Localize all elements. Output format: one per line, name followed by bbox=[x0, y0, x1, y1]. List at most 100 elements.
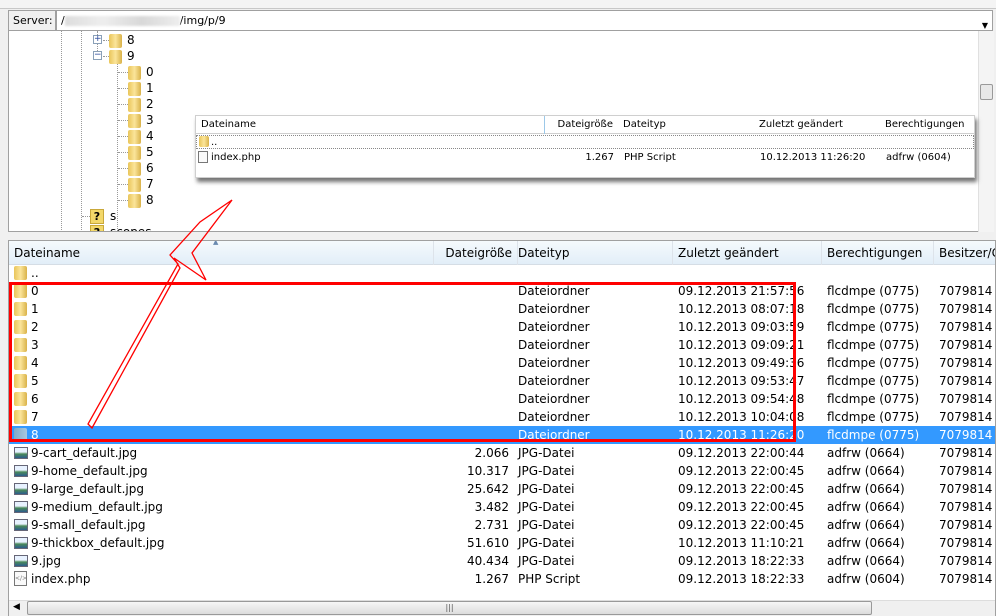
tree-node[interactable]: ? scopes bbox=[90, 224, 151, 231]
file-row[interactable]: 9-small_default.jpg 2.731 JPG-Datei 09.12.2… bbox=[9, 516, 995, 534]
file-owner: 7079814 bbox=[939, 320, 993, 334]
image-file-icon bbox=[14, 483, 28, 495]
file-perms: flcdmpe (0775) bbox=[827, 374, 920, 388]
image-file-icon bbox=[14, 501, 28, 513]
unknown-folder-icon: ? bbox=[90, 209, 104, 224]
file-name: 9-cart_default.jpg bbox=[31, 446, 138, 460]
file-row[interactable]: 9-thickbox_default.jpg 51.610 JPG-Datei 10.… bbox=[9, 534, 995, 552]
server-path-input[interactable]: //img/p/9 ▼ bbox=[56, 10, 993, 31]
file-perms: flcdmpe (0775) bbox=[827, 356, 920, 370]
folder-icon bbox=[14, 266, 27, 280]
pane-splitter[interactable] bbox=[0, 232, 996, 240]
callout-file-row[interactable]: index.php 1.267 PHP Script 10.12.2013 11… bbox=[196, 150, 974, 166]
file-owner: 7079814 bbox=[939, 392, 993, 406]
file-perms: flcdmpe (0775) bbox=[827, 338, 920, 352]
tree-node[interactable]: 0 bbox=[128, 64, 154, 80]
unknown-folder-icon: ? bbox=[90, 225, 104, 231]
file-permissions: adfrw (0604) bbox=[886, 152, 951, 163]
column-header[interactable]: Zuletzt geändert bbox=[673, 241, 822, 265]
file-owner: 7079814 bbox=[939, 482, 993, 496]
file-row[interactable]: 9-cart_default.jpg 2.066 JPG-Datei 09.12.20… bbox=[9, 444, 995, 462]
tree-node-label: 8 bbox=[127, 33, 135, 47]
file-owner: 7079814 bbox=[939, 518, 993, 532]
file-owner: 7079814 bbox=[939, 536, 993, 550]
tree-node[interactable]: 1 bbox=[128, 80, 154, 96]
file-owner: 7079814 bbox=[939, 284, 993, 298]
file-row[interactable]: 9-home_default.jpg 10.317 JPG-Datei 09.12.2… bbox=[9, 462, 995, 480]
file-perms: flcdmpe (0775) bbox=[827, 284, 920, 298]
tree-line bbox=[118, 104, 128, 105]
file-type: JPG-Datei bbox=[518, 536, 575, 550]
file-row[interactable]: </> index.php 1.267 PHP Script 09.12.2013 18… bbox=[9, 570, 995, 588]
tree-node[interactable]: 3 bbox=[128, 112, 154, 128]
file-row[interactable]: 9-medium_default.jpg 3.482 JPG-Datei 09.12.… bbox=[9, 498, 995, 516]
file-name: 9-medium_default.jpg bbox=[31, 500, 163, 514]
tree-expander[interactable]: + bbox=[93, 35, 102, 44]
column-header[interactable]: Berechtigungen bbox=[822, 241, 934, 265]
file-name: 9-small_default.jpg bbox=[31, 518, 146, 532]
file-perms: adfrw (0664) bbox=[827, 500, 905, 514]
file-size: 25.642 bbox=[467, 482, 509, 496]
folder-icon bbox=[199, 136, 209, 148]
parent-dir-row[interactable]: .. bbox=[9, 264, 995, 282]
tree-node-label: 7 bbox=[146, 177, 154, 191]
folder-icon bbox=[128, 81, 141, 96]
tree-line bbox=[118, 120, 128, 121]
file-perms: adfrw (0664) bbox=[827, 518, 905, 532]
tree-line bbox=[82, 216, 90, 217]
callout-sort-divider bbox=[544, 116, 545, 134]
tree-node-label: 1 bbox=[146, 81, 154, 95]
column-header[interactable]: Dateityp bbox=[513, 241, 673, 265]
tree-node[interactable]: 7 bbox=[128, 176, 154, 192]
tree-node-label: 4 bbox=[146, 129, 154, 143]
file-row[interactable]: 9-large_default.jpg 25.642 JPG-Datei 09.12.… bbox=[9, 480, 995, 498]
tree-node[interactable]: 8 bbox=[128, 192, 154, 208]
tree-node-label: 9 bbox=[127, 49, 135, 63]
image-file-icon bbox=[14, 519, 28, 531]
file-size: 2.731 bbox=[474, 518, 509, 532]
tree-vertical-scrollbar[interactable] bbox=[978, 31, 994, 232]
tree-line bbox=[118, 184, 128, 185]
file-perms: adfrw (0664) bbox=[827, 464, 905, 478]
callout-header: Dateiname Dateigröße Dateityp Zuletzt geänd… bbox=[196, 116, 974, 134]
file-list-header: Dateiname Dateigröße Dateityp Zuletzt geänd… bbox=[9, 241, 995, 265]
column-header[interactable]: Besitzer/G bbox=[934, 241, 995, 265]
callout-column-header: Dateigröße bbox=[557, 119, 614, 130]
tree-node[interactable]: ? s bbox=[90, 208, 116, 224]
file-perms: flcdmpe (0775) bbox=[827, 428, 920, 442]
callout-column-header: Zuletzt geändert bbox=[759, 119, 843, 130]
image-file-icon bbox=[14, 537, 28, 549]
column-header[interactable]: Dateigröße bbox=[434, 241, 518, 265]
file-owner: 7079814 bbox=[939, 302, 993, 316]
folder-icon bbox=[128, 177, 141, 192]
file-type: JPG-Datei bbox=[518, 554, 575, 568]
folder-icon bbox=[109, 49, 122, 64]
folder-icon bbox=[128, 145, 141, 160]
tree-expander[interactable]: − bbox=[93, 51, 102, 60]
tree-node[interactable]: 9 bbox=[109, 48, 135, 64]
server-label: Server: bbox=[8, 10, 56, 31]
horizontal-scroll-thumb[interactable]: ||| bbox=[27, 601, 872, 615]
path-suffix: /img/p/9 bbox=[179, 14, 226, 27]
tree-scroll-thumb[interactable] bbox=[980, 84, 993, 100]
folder-icon bbox=[109, 33, 122, 48]
scroll-left-icon[interactable]: ◀ bbox=[13, 602, 20, 612]
file-modified: 09.12.2013 18:22:33 bbox=[678, 572, 805, 586]
file-size: 3.482 bbox=[474, 500, 509, 514]
callout-parent-row[interactable]: .. bbox=[196, 135, 974, 149]
file-owner: 7079814 bbox=[939, 464, 993, 478]
tree-node[interactable]: 2 bbox=[128, 96, 154, 112]
file-row[interactable]: 9.jpg 40.434 JPG-Datei 09.12.2013 18:22:33 a… bbox=[9, 552, 995, 570]
file-size: 1.267 bbox=[474, 572, 509, 586]
tree-node[interactable]: 8 bbox=[109, 32, 135, 48]
tree-node[interactable]: 4 bbox=[128, 128, 154, 144]
column-header[interactable]: Dateiname bbox=[9, 241, 434, 265]
callout-column-header: Berechtigungen bbox=[885, 119, 965, 130]
tree-node[interactable]: 5 bbox=[128, 144, 154, 160]
file-owner: 7079814 bbox=[939, 572, 993, 586]
file-name: .. bbox=[31, 266, 39, 280]
file-name: 9-home_default.jpg bbox=[31, 464, 148, 478]
tree-node[interactable]: 6 bbox=[128, 160, 154, 176]
file-size: 2.066 bbox=[474, 446, 509, 460]
blurred-path bbox=[64, 16, 180, 26]
